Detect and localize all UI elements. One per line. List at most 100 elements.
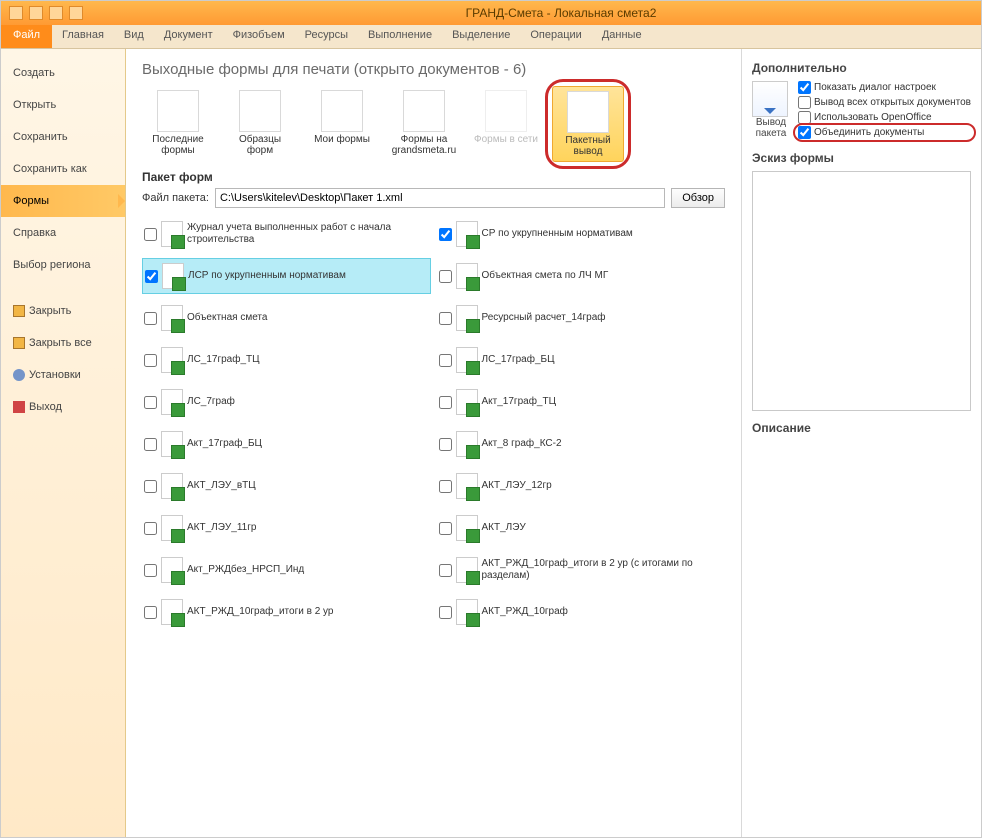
list-item[interactable]: Акт_17граф_БЦ [142,426,431,462]
folder-icon [13,305,25,317]
opt-use-openoffice[interactable]: Использовать OpenOffice [798,111,971,124]
heading-description: Описание [752,421,971,435]
item-checkbox[interactable] [144,354,157,367]
list-item[interactable]: Акт_8 граф_КС-2 [437,426,726,462]
nav-save[interactable]: Сохранить [1,121,125,153]
tab-resources[interactable]: Ресурсы [295,25,358,48]
tab-view[interactable]: Вид [114,25,154,48]
list-item[interactable]: АКТ_ЛЭУ_12гр [437,468,726,504]
item-checkbox[interactable] [439,564,452,577]
section-batch: Пакет форм [142,170,725,184]
opt-show-dialog[interactable]: Показать диалог настроек [798,81,971,94]
btn-batch-output[interactable]: Пакетный вывод [552,86,624,162]
excel-icon [161,557,183,583]
opt-merge-docs[interactable]: Объединить документы [798,126,971,139]
user-icon [321,90,363,132]
item-checkbox[interactable] [144,312,157,325]
qat-icon[interactable] [9,6,23,20]
tab-selection[interactable]: Выделение [442,25,520,48]
nav-exit[interactable]: Выход [1,391,125,423]
list-item[interactable]: АКТ_ЛЭУ_вТЦ [142,468,431,504]
item-checkbox[interactable] [439,312,452,325]
item-checkbox[interactable] [439,606,452,619]
window-title: ГРАНД-Смета - Локальная смета2 [141,6,981,20]
nav-forms[interactable]: Формы [1,185,125,217]
list-item[interactable]: СР по укрупненным нормативам [437,216,726,252]
list-item[interactable]: АКТ_ЛЭУ [437,510,726,546]
list-item[interactable]: АКТ_РЖД_10граф_итоги в 2 ур [142,594,431,630]
excel-icon [161,431,183,457]
item-checkbox[interactable] [439,228,452,241]
center-pane: Выходные формы для печати (открыто докум… [126,49,741,837]
list-item[interactable]: Объектная смета по ЛЧ МГ [437,258,726,294]
tab-data[interactable]: Данные [592,25,652,48]
list-item[interactable]: АКТ_РЖД_10граф_итоги в 2 ур (с итогами п… [437,552,726,588]
excel-icon [456,473,478,499]
tab-document[interactable]: Документ [154,25,223,48]
path-input[interactable] [215,188,665,208]
nav-save-as[interactable]: Сохранить как [1,153,125,185]
item-checkbox[interactable] [144,606,157,619]
excel-icon [162,263,184,289]
opt-all-open-docs[interactable]: Вывод всех открытых документов [798,96,971,109]
tab-exec[interactable]: Выполнение [358,25,442,48]
package-output-label: Вывод пакета [752,117,790,139]
nav-help[interactable]: Справка [1,217,125,249]
list-item[interactable]: Объектная смета [142,300,431,336]
list-item[interactable]: Акт_РЖДбез_НРСП_Инд [142,552,431,588]
item-checkbox[interactable] [144,438,157,451]
excel-icon [456,389,478,415]
excel-icon [161,473,183,499]
list-item[interactable]: ЛСР по укрупненным нормативам [142,258,431,294]
list-item[interactable]: Ресурсный расчет_14граф [437,300,726,336]
excel-icon [456,305,478,331]
item-checkbox[interactable] [144,228,157,241]
item-checkbox[interactable] [145,270,158,283]
qat-icon[interactable] [69,6,83,20]
btn-site-forms[interactable]: Формы на grandsmeta.ru [388,86,460,162]
tab-operations[interactable]: Операции [520,25,591,48]
list-item[interactable]: Журнал учета выполненных работ с начала … [142,216,431,252]
qat-icon[interactable] [29,6,43,20]
browse-button[interactable]: Обзор [671,188,725,208]
item-checkbox[interactable] [144,480,157,493]
item-checkbox[interactable] [144,396,157,409]
btn-my-forms[interactable]: Мои формы [306,86,378,162]
item-checkbox[interactable] [144,564,157,577]
btn-recent-forms[interactable]: Последние формы [142,86,214,162]
excel-icon [161,221,183,247]
list-item[interactable]: АКТ_РЖД_10граф [437,594,726,630]
network-icon [485,90,527,132]
excel-icon [161,347,183,373]
nav-open[interactable]: Открыть [1,89,125,121]
item-checkbox[interactable] [439,480,452,493]
item-checkbox[interactable] [439,270,452,283]
item-checkbox[interactable] [439,522,452,535]
file-tab[interactable]: Файл [1,25,52,48]
list-item[interactable]: Акт_17граф_ТЦ [437,384,726,420]
list-item[interactable]: ЛС_17граф_БЦ [437,342,726,378]
excel-icon [161,389,183,415]
excel-icon [456,599,478,625]
item-checkbox[interactable] [144,522,157,535]
item-checkbox[interactable] [439,396,452,409]
package-output-icon[interactable] [752,81,788,117]
item-checkbox[interactable] [439,438,452,451]
nav-create[interactable]: Создать [1,57,125,89]
item-checkbox[interactable] [439,354,452,367]
heading-preview: Эскиз формы [752,151,971,165]
nav-settings[interactable]: Установки [1,359,125,391]
list-item[interactable]: ЛС_17граф_ТЦ [142,342,431,378]
forms-list: Журнал учета выполненных работ с начала … [142,216,725,636]
btn-net-forms: Формы в сети [470,86,542,162]
btn-sample-forms[interactable]: Образцы форм [224,86,296,162]
clock-icon [157,90,199,132]
nav-close[interactable]: Закрыть [1,295,125,327]
nav-close-all[interactable]: Закрыть все [1,327,125,359]
list-item[interactable]: АКТ_ЛЭУ_11гр [142,510,431,546]
tab-home[interactable]: Главная [52,25,114,48]
nav-region[interactable]: Выбор региона [1,249,125,281]
qat-icon[interactable] [49,6,63,20]
list-item[interactable]: ЛС_7граф [142,384,431,420]
tab-phys[interactable]: Физобъем [223,25,295,48]
